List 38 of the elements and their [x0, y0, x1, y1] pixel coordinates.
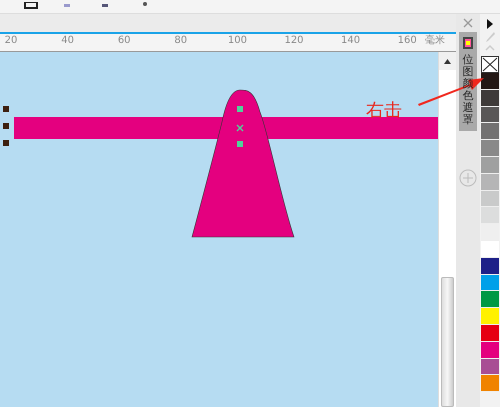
color-swatch[interactable]	[481, 90, 500, 107]
color-swatch[interactable]	[481, 240, 500, 258]
color-swatch[interactable]	[481, 258, 500, 275]
color-swatch[interactable]	[481, 308, 500, 325]
ruler-label: 100	[228, 35, 247, 47]
color-swatch[interactable]	[481, 358, 500, 376]
ruler-label: 160	[398, 35, 417, 47]
annotation-text: 右击	[366, 99, 402, 123]
play-icon[interactable]	[485, 18, 496, 30]
color-swatch[interactable]	[481, 73, 500, 90]
color-swatch[interactable]	[481, 106, 500, 124]
close-icon[interactable]	[463, 18, 474, 28]
ruler-label: 20	[4, 35, 18, 47]
scroll-up-button[interactable]	[439, 52, 456, 70]
ruler-label: 60	[118, 35, 131, 47]
ruler-label: 80	[174, 35, 188, 47]
color-swatch[interactable]	[481, 375, 500, 392]
color-swatch[interactable]	[481, 324, 500, 342]
color-swatch[interactable]	[481, 140, 500, 157]
color-swatch[interactable]	[481, 291, 500, 308]
mask-icon	[462, 36, 474, 50]
color-swatch[interactable]	[481, 123, 500, 140]
color-swatch[interactable]	[481, 207, 500, 224]
ruler-label: 40	[61, 35, 74, 47]
toolbar-icon[interactable]	[24, 2, 38, 12]
color-swatch[interactable]	[481, 274, 500, 292]
color-swatch[interactable]	[481, 190, 500, 208]
shape-nodes[interactable]	[236, 106, 244, 147]
no-color-swatch[interactable]	[481, 56, 500, 73]
selection-handles[interactable]	[3, 106, 9, 146]
scrollbar-thumb[interactable]	[441, 277, 454, 407]
color-swatch[interactable]	[481, 342, 500, 359]
color-swatch[interactable]	[481, 156, 500, 174]
up-arrow-icon	[444, 58, 451, 64]
ruler-label: 120	[284, 35, 304, 47]
color-swatch[interactable]	[481, 174, 500, 191]
ruler-unit: 毫米	[425, 35, 445, 47]
ruler-label: 140	[341, 35, 360, 47]
